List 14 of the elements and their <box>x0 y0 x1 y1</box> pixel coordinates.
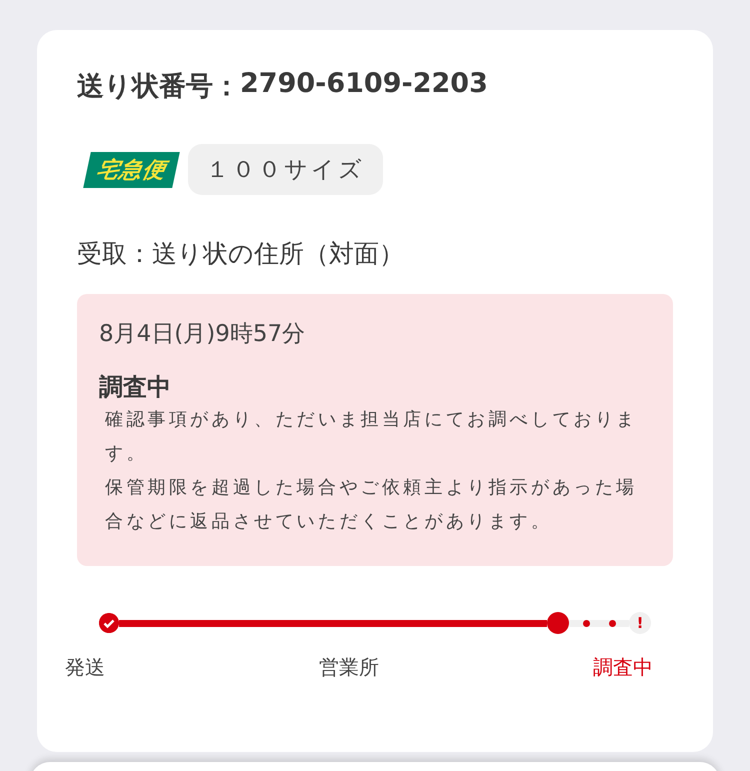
step-label: 調査中 <box>593 654 653 681</box>
invoice-label: 送り状番号： <box>77 70 240 104</box>
status-message: 確認事項があり、ただいま担当店にてお調べしております。 <box>105 408 638 466</box>
step-label: 営業所 <box>319 654 379 681</box>
pending-track <box>569 620 629 626</box>
status-message: 保管期限を超過した場合やご依頼主より指示があった場合などに返品させていただくことがあります。 <box>105 476 638 534</box>
step-label: 発送 <box>65 654 105 681</box>
status-datetime: 8月4日(月)9時57分 <box>99 320 306 349</box>
size-badge: １００サイズ <box>188 144 383 195</box>
service-logo: 宅急便 <box>83 152 180 188</box>
alert-step-marker: ! <box>629 612 651 634</box>
status-title: 調査中 <box>99 372 172 403</box>
invoice-number: 2790-6109-2203 <box>240 68 488 101</box>
receipt-text: 受取：送り状の住所（対面） <box>77 238 405 270</box>
